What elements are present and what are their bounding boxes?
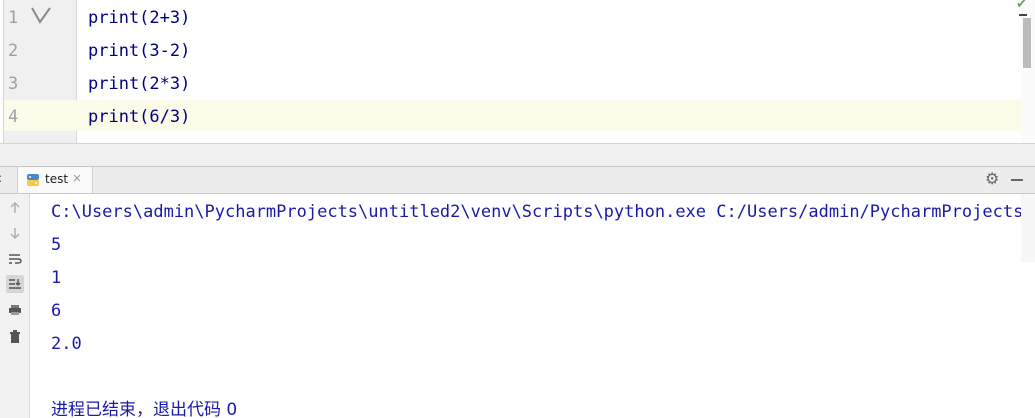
run-tool-window-header: : test × ⚙ — [0, 167, 1035, 194]
console-scrollbar[interactable] — [1021, 194, 1035, 262]
code-line[interactable]: print(2+3) — [88, 0, 190, 33]
run-gutter-checkmark-icon[interactable] — [30, 6, 52, 24]
console-output-line: 6 — [51, 301, 62, 321]
console-output-line: 5 — [51, 235, 62, 255]
close-tab-icon[interactable]: × — [72, 171, 82, 185]
code-line[interactable]: print(3-2) — [88, 33, 190, 66]
print-icon[interactable] — [6, 301, 24, 319]
inspection-marker — [1019, 14, 1027, 16]
console-output-line: 2.0 — [51, 334, 82, 354]
line-number: 4 — [8, 107, 19, 127]
process-exit-message: 进程已结束，退出代码 0 — [51, 400, 238, 418]
soft-wrap-icon[interactable] — [6, 250, 24, 268]
console-output-line: 1 — [51, 268, 62, 288]
code-line[interactable]: print(2*3) — [88, 66, 190, 99]
run-console-output[interactable]: C:\Users\admin\PycharmProjects\untitled2… — [30, 194, 1035, 418]
editor-scrollbar-thumb[interactable] — [1023, 18, 1031, 68]
run-window-title: : — [0, 171, 2, 185]
line-number: 1 — [8, 8, 19, 28]
run-tab-test[interactable]: test × — [17, 167, 93, 193]
scroll-down-arrow-icon[interactable] — [6, 224, 24, 242]
line-number: 3 — [8, 74, 19, 94]
python-file-icon — [27, 174, 39, 186]
code-editor[interactable]: 1 2 3 4 print(2+3) print(3-2) print(2*3)… — [0, 0, 1035, 143]
gear-icon[interactable]: ⚙ — [985, 171, 999, 187]
run-tab-label: test — [45, 172, 69, 186]
run-toolbar — [0, 194, 30, 418]
console-command-line[interactable]: C:\Users\admin\PycharmProjects\untitled2… — [51, 194, 1035, 227]
scroll-up-arrow-icon[interactable] — [6, 199, 24, 217]
minimize-icon[interactable] — [1011, 179, 1023, 181]
code-line[interactable]: print(6/3) — [88, 99, 190, 132]
scroll-to-end-icon[interactable] — [6, 275, 24, 293]
line-number: 2 — [8, 41, 19, 61]
inspection-ok-checkmark-icon[interactable]: ✔ — [1016, 0, 1027, 12]
editor-scrollbar[interactable] — [1021, 0, 1035, 143]
trash-icon[interactable] — [6, 327, 24, 345]
tool-window-splitter[interactable] — [0, 143, 1035, 167]
